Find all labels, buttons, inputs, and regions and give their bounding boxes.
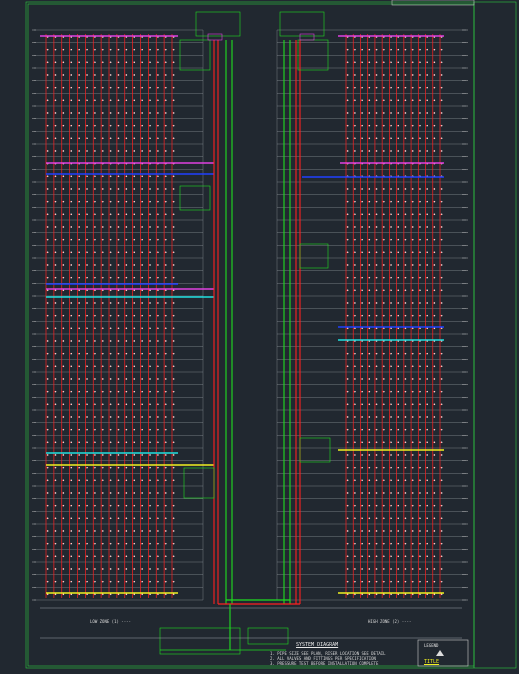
left-zone-label: LOW ZONE (1) ----: [90, 619, 131, 624]
equipment-block: [247, 627, 289, 645]
equipment-block: [183, 467, 215, 499]
equipment-block: [179, 39, 211, 71]
top-pump-right: [299, 33, 315, 41]
note-line-3: 3. PRESSURE TEST BEFORE INSTALLATION COM…: [270, 661, 379, 666]
equipment-block: [297, 39, 329, 71]
equipment-block: [299, 243, 329, 269]
equipment-block: [299, 437, 331, 463]
equipment-block: [179, 185, 211, 211]
right-zone-label: HIGH ZONE (2) ----: [368, 619, 412, 624]
sheet-border-outer: [25, 1, 517, 669]
notes-title: SYSTEM DIAGRAM: [296, 642, 339, 648]
equipment-block: [195, 11, 241, 37]
riser-diagram: [25, 0, 517, 669]
cad-drawing-canvas: LOW ZONE (1) ---- HIGH ZONE (2) ---- SYS…: [0, 0, 519, 670]
equipment-block: [279, 11, 325, 37]
legend-symbol: [436, 650, 444, 656]
legend-title: LEGEND: [424, 643, 439, 648]
sheet-border-inner: [27, 3, 475, 667]
sheet-title: TITLE: [424, 659, 440, 665]
top-pump-left: [207, 33, 223, 41]
